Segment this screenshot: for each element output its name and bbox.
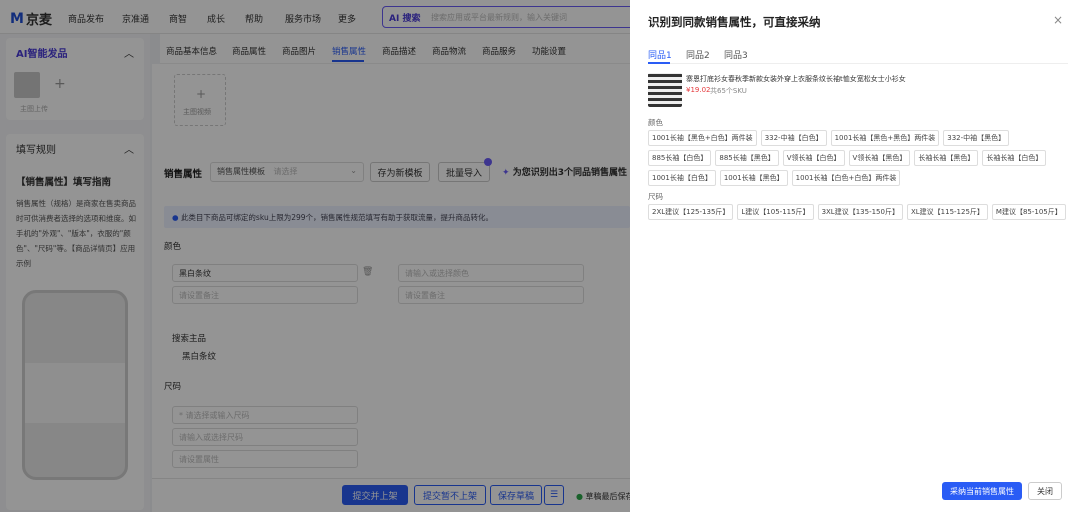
tab-similar-1[interactable]: 同品1 xyxy=(648,48,672,61)
color-chip: 1001长袖【白色】 xyxy=(648,170,716,186)
size-chip-list: 2XL建议【125-135斤】 L建议【105-115斤】 3XL建议【135-… xyxy=(648,204,1068,220)
color-chip: 332-中袖【白色】 xyxy=(760,130,827,146)
close-button[interactable]: 关闭 xyxy=(1028,482,1062,500)
size-chip: 3XL建议【135-150斤】 xyxy=(817,204,903,220)
active-tab-underline xyxy=(648,62,670,64)
sku-count: 共65个SKU xyxy=(710,87,747,95)
similar-attrs-drawer: 识别到同款销售属性，可直接采纳 × 同品1 同品2 同品3 寨恩打底衫女春秋季新… xyxy=(630,0,1080,512)
size-chip: M建议【85-105斤】 xyxy=(991,204,1066,220)
tab-similar-3[interactable]: 同品3 xyxy=(724,48,748,61)
size-chip: XL建议【115-125斤】 xyxy=(906,204,988,220)
color-chip: 1001长袖【黑色+白色】两件装 xyxy=(648,130,757,146)
product-image[interactable] xyxy=(648,73,682,107)
product-price: ¥19.02 xyxy=(686,86,711,94)
color-chip: 885长袖【白色】 xyxy=(648,150,712,166)
color-chip: 长袖长袖【白色】 xyxy=(982,150,1047,166)
adopt-button[interactable]: 采纳当前销售属性 xyxy=(942,482,1022,500)
modal-overlay[interactable] xyxy=(0,0,630,512)
drawer-color-label: 颜色 xyxy=(648,118,663,127)
tab-divider xyxy=(648,63,1068,64)
color-chip: V领长袖【白色】 xyxy=(782,150,845,166)
size-chip: L建议【105-115斤】 xyxy=(737,204,814,220)
color-chip: 332-中袖【黑色】 xyxy=(943,130,1010,146)
size-chip: 2XL建议【125-135斤】 xyxy=(648,204,734,220)
color-chip: 1001长袖【黑色+黑色】两件装 xyxy=(830,130,940,146)
drawer-title: 识别到同款销售属性，可直接采纳 xyxy=(648,15,821,29)
product-title: 寨恩打底衫女春秋季新款女装外穿上衣服条纹长袖t恤女宽松女士小衫女 xyxy=(686,75,906,83)
color-chip: 1001长袖【白色+白色】两件装 xyxy=(791,170,901,186)
color-chip: 885长袖【黑色】 xyxy=(715,150,779,166)
color-chip-list: 1001长袖【黑色+白色】两件装 332-中袖【白色】 1001长袖【黑色+黑色… xyxy=(648,130,1068,186)
color-chip: V领长袖【黑色】 xyxy=(848,150,911,166)
close-icon[interactable]: × xyxy=(1053,13,1063,27)
drawer-size-label: 尺码 xyxy=(648,192,663,201)
color-chip: 长袖长袖【黑色】 xyxy=(914,150,979,166)
color-chip: 1001长袖【黑色】 xyxy=(719,170,788,186)
tab-similar-2[interactable]: 同品2 xyxy=(686,48,710,61)
